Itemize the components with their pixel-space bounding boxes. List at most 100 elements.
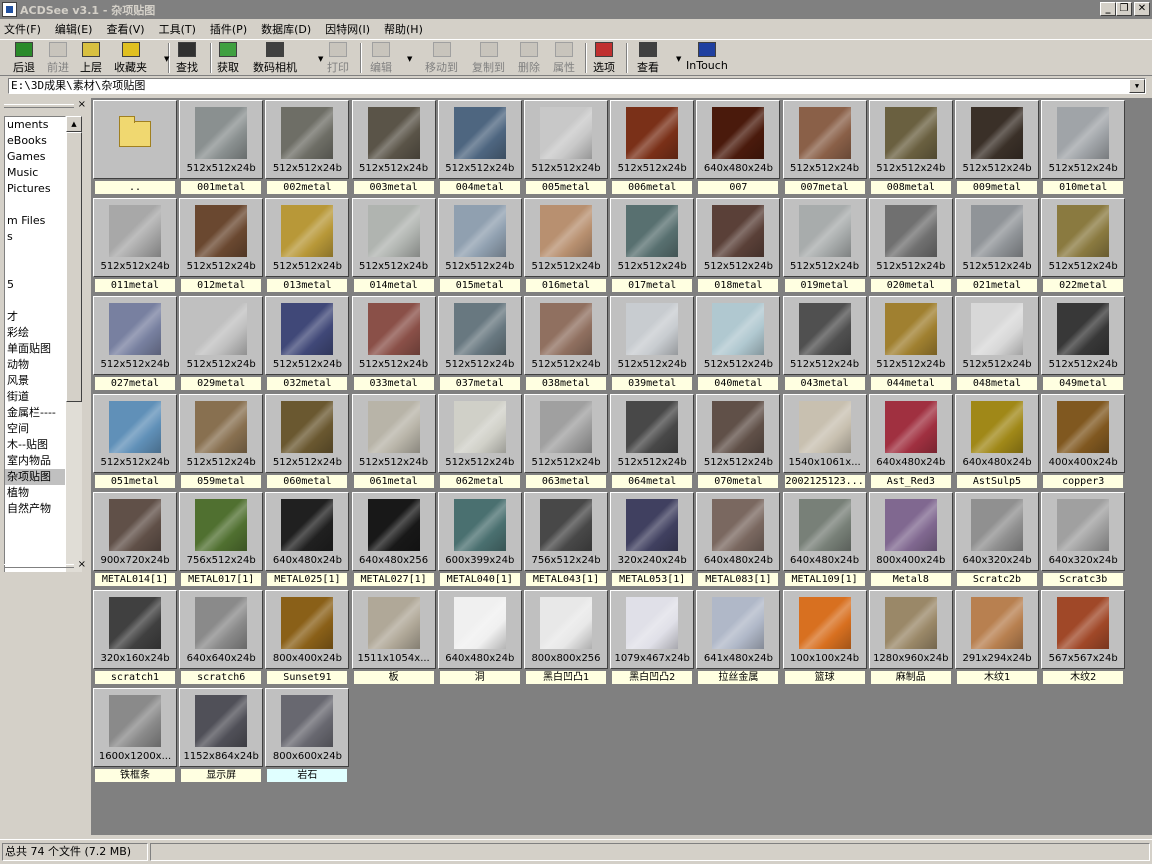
thumbnail-frame[interactable]: 512x512x24b: [782, 296, 867, 375]
file-item[interactable]: 512x512x24b 049metal: [1041, 296, 1126, 390]
file-item[interactable]: 512x512x24b 016metal: [524, 198, 608, 292]
tree-item[interactable]: m Files: [5, 213, 65, 229]
thumbnail-frame[interactable]: 640x480x24b: [782, 492, 867, 571]
file-item[interactable]: 900x720x24b METAL014[1]: [93, 492, 177, 586]
toolbar-button-12[interactable]: 属性: [553, 42, 575, 74]
file-item[interactable]: 512x512x24b 015metal: [437, 198, 522, 292]
thumbnail-frame[interactable]: 291x294x24b: [955, 590, 1039, 669]
file-item[interactable]: 512x512x24b 010metal: [1041, 100, 1126, 194]
scroll-thumb[interactable]: [66, 132, 82, 402]
file-item[interactable]: 512x512x24b 007metal: [782, 100, 867, 194]
toolbar-button-5[interactable]: 获取: [217, 42, 239, 74]
menu-item-5[interactable]: 数据库(D): [261, 21, 311, 37]
toolbar-button-3[interactable]: 收藏夹: [114, 42, 147, 74]
file-item[interactable]: 512x512x24b 029metal: [179, 296, 264, 390]
file-item[interactable]: 640x320x24b Scratc3b: [1041, 492, 1126, 586]
minimize-button[interactable]: _: [1100, 2, 1116, 16]
tree-item[interactable]: Music: [5, 165, 65, 181]
thumbnail-frame[interactable]: 640x480x24b: [868, 394, 953, 473]
close-preview-pane-icon[interactable]: ×: [78, 559, 86, 570]
file-item[interactable]: 512x512x24b 039metal: [610, 296, 695, 390]
thumbnail-frame[interactable]: 512x512x24b: [782, 198, 867, 277]
thumbnail-frame[interactable]: 512x512x24b: [696, 296, 781, 375]
file-item[interactable]: 512x512x24b 005metal: [524, 100, 608, 194]
file-item[interactable]: 800x400x24b Sunset91: [265, 590, 350, 684]
tree-item[interactable]: 风景: [5, 373, 65, 389]
toolbar-button-1[interactable]: 前进: [47, 42, 69, 74]
toolbar-button-15[interactable]: InTouch: [686, 42, 728, 74]
thumbnail-frame[interactable]: 512x512x24b: [179, 296, 264, 375]
thumbnail-frame[interactable]: 1079x467x24b: [610, 590, 695, 669]
tree-item[interactable]: 室内物品: [5, 453, 65, 469]
file-item[interactable]: 512x512x24b 063metal: [524, 394, 608, 488]
toolbar-button-7[interactable]: 打印: [327, 42, 349, 74]
thumbnail-frame[interactable]: 512x512x24b: [955, 100, 1039, 179]
toolbar-button-2[interactable]: 上层: [80, 42, 102, 74]
thumbnail-frame[interactable]: 512x512x24b: [524, 296, 608, 375]
file-item[interactable]: 100x100x24b 篮球: [782, 590, 867, 684]
file-item[interactable]: 756x512x24b METAL017[1]: [179, 492, 264, 586]
file-item[interactable]: 512x512x24b 012metal: [179, 198, 264, 292]
thumbnail-frame[interactable]: 512x512x24b: [610, 198, 695, 277]
tree-item[interactable]: 5: [5, 277, 65, 293]
toolbar-button-6[interactable]: 数码相机: [253, 42, 297, 74]
tree-item[interactable]: 动物: [5, 357, 65, 373]
toolbar-dropdown-arrow-icon[interactable]: ▼: [164, 55, 169, 63]
tree-item[interactable]: uments: [5, 117, 65, 133]
file-item[interactable]: 512x512x24b 037metal: [437, 296, 522, 390]
thumbnail-frame[interactable]: 320x240x24b: [610, 492, 695, 571]
thumbnail-frame[interactable]: 567x567x24b: [1041, 590, 1126, 669]
file-item[interactable]: 512x512x24b 020metal: [868, 198, 953, 292]
thumbnail-frame[interactable]: 640x480x24b: [955, 394, 1039, 473]
tree-item[interactable]: 单面贴图: [5, 341, 65, 357]
file-item[interactable]: 512x512x24b 027metal: [93, 296, 177, 390]
file-item[interactable]: 800x600x24b 岩石: [265, 688, 350, 782]
thumbnail-frame[interactable]: 512x512x24b: [93, 394, 177, 473]
file-item[interactable]: 512x512x24b 032metal: [265, 296, 350, 390]
toolbar-dropdown-arrow-icon[interactable]: ▼: [676, 55, 681, 63]
thumbnail-frame[interactable]: 1540x1061x...: [782, 394, 867, 473]
file-item[interactable]: 400x400x24b copper3: [1041, 394, 1126, 488]
file-item[interactable]: 1600x1200x... 铁框条: [93, 688, 177, 782]
tree-item[interactable]: 杂项贴图: [5, 469, 65, 485]
menu-item-3[interactable]: 工具(T): [159, 21, 196, 37]
toolbar-button-4[interactable]: 查找: [176, 42, 198, 74]
file-item[interactable]: 512x512x24b 048metal: [955, 296, 1039, 390]
tree-vertical-scrollbar[interactable]: ▲ ▼: [66, 116, 82, 628]
thumbnail-frame[interactable]: 1600x1200x...: [93, 688, 177, 767]
toolbar-button-11[interactable]: 删除: [518, 42, 540, 74]
thumbnail-frame[interactable]: 512x512x24b: [265, 394, 350, 473]
thumbnail-frame[interactable]: 512x512x24b: [610, 100, 695, 179]
thumbnail-frame[interactable]: 640x480x256: [351, 492, 436, 571]
file-item[interactable]: 512x512x24b 009metal: [955, 100, 1039, 194]
thumbnail-frame[interactable]: 756x512x24b: [524, 492, 608, 571]
file-item[interactable]: 600x399x24b METAL040[1]: [437, 492, 522, 586]
file-item[interactable]: 756x512x24b METAL043[1]: [524, 492, 608, 586]
file-item[interactable]: 512x512x24b 064metal: [610, 394, 695, 488]
file-item[interactable]: 512x512x24b 070metal: [696, 394, 781, 488]
file-item[interactable]: 641x480x24b 拉丝金属: [696, 590, 781, 684]
tree-item[interactable]: 植物: [5, 485, 65, 501]
thumbnail-frame[interactable]: 640x480x24b: [696, 100, 781, 179]
thumbnail-frame[interactable]: 512x512x24b: [437, 198, 522, 277]
tree-item[interactable]: 金属栏----: [5, 405, 65, 421]
file-item[interactable]: 1079x467x24b 黑白凹凸2: [610, 590, 695, 684]
file-item[interactable]: 512x512x24b 044metal: [868, 296, 953, 390]
file-item[interactable]: 640x480x24b METAL083[1]: [696, 492, 781, 586]
thumbnail-frame[interactable]: 512x512x24b: [1041, 198, 1126, 277]
thumbnail-frame[interactable]: 512x512x24b: [351, 296, 436, 375]
file-item[interactable]: 640x640x24b scratch6: [179, 590, 264, 684]
file-item[interactable]: 512x512x24b 014metal: [351, 198, 436, 292]
tree-item[interactable]: 彩绘: [5, 325, 65, 341]
thumbnail-frame[interactable]: 512x512x24b: [265, 296, 350, 375]
file-item[interactable]: 640x480x24b Ast_Red3: [868, 394, 953, 488]
menu-item-6[interactable]: 因特网(I): [325, 21, 370, 37]
thumbnail-frame[interactable]: 512x512x24b: [696, 198, 781, 277]
file-item[interactable]: 1511x1054x... 板: [351, 590, 436, 684]
thumbnail-frame[interactable]: 800x800x256: [524, 590, 608, 669]
file-item[interactable]: 512x512x24b 017metal: [610, 198, 695, 292]
thumbnail-frame[interactable]: 1511x1054x...: [351, 590, 436, 669]
thumbnail-frame[interactable]: 800x400x24b: [265, 590, 350, 669]
thumbnail-frame[interactable]: 756x512x24b: [179, 492, 264, 571]
thumbnail-frame[interactable]: 100x100x24b: [782, 590, 867, 669]
